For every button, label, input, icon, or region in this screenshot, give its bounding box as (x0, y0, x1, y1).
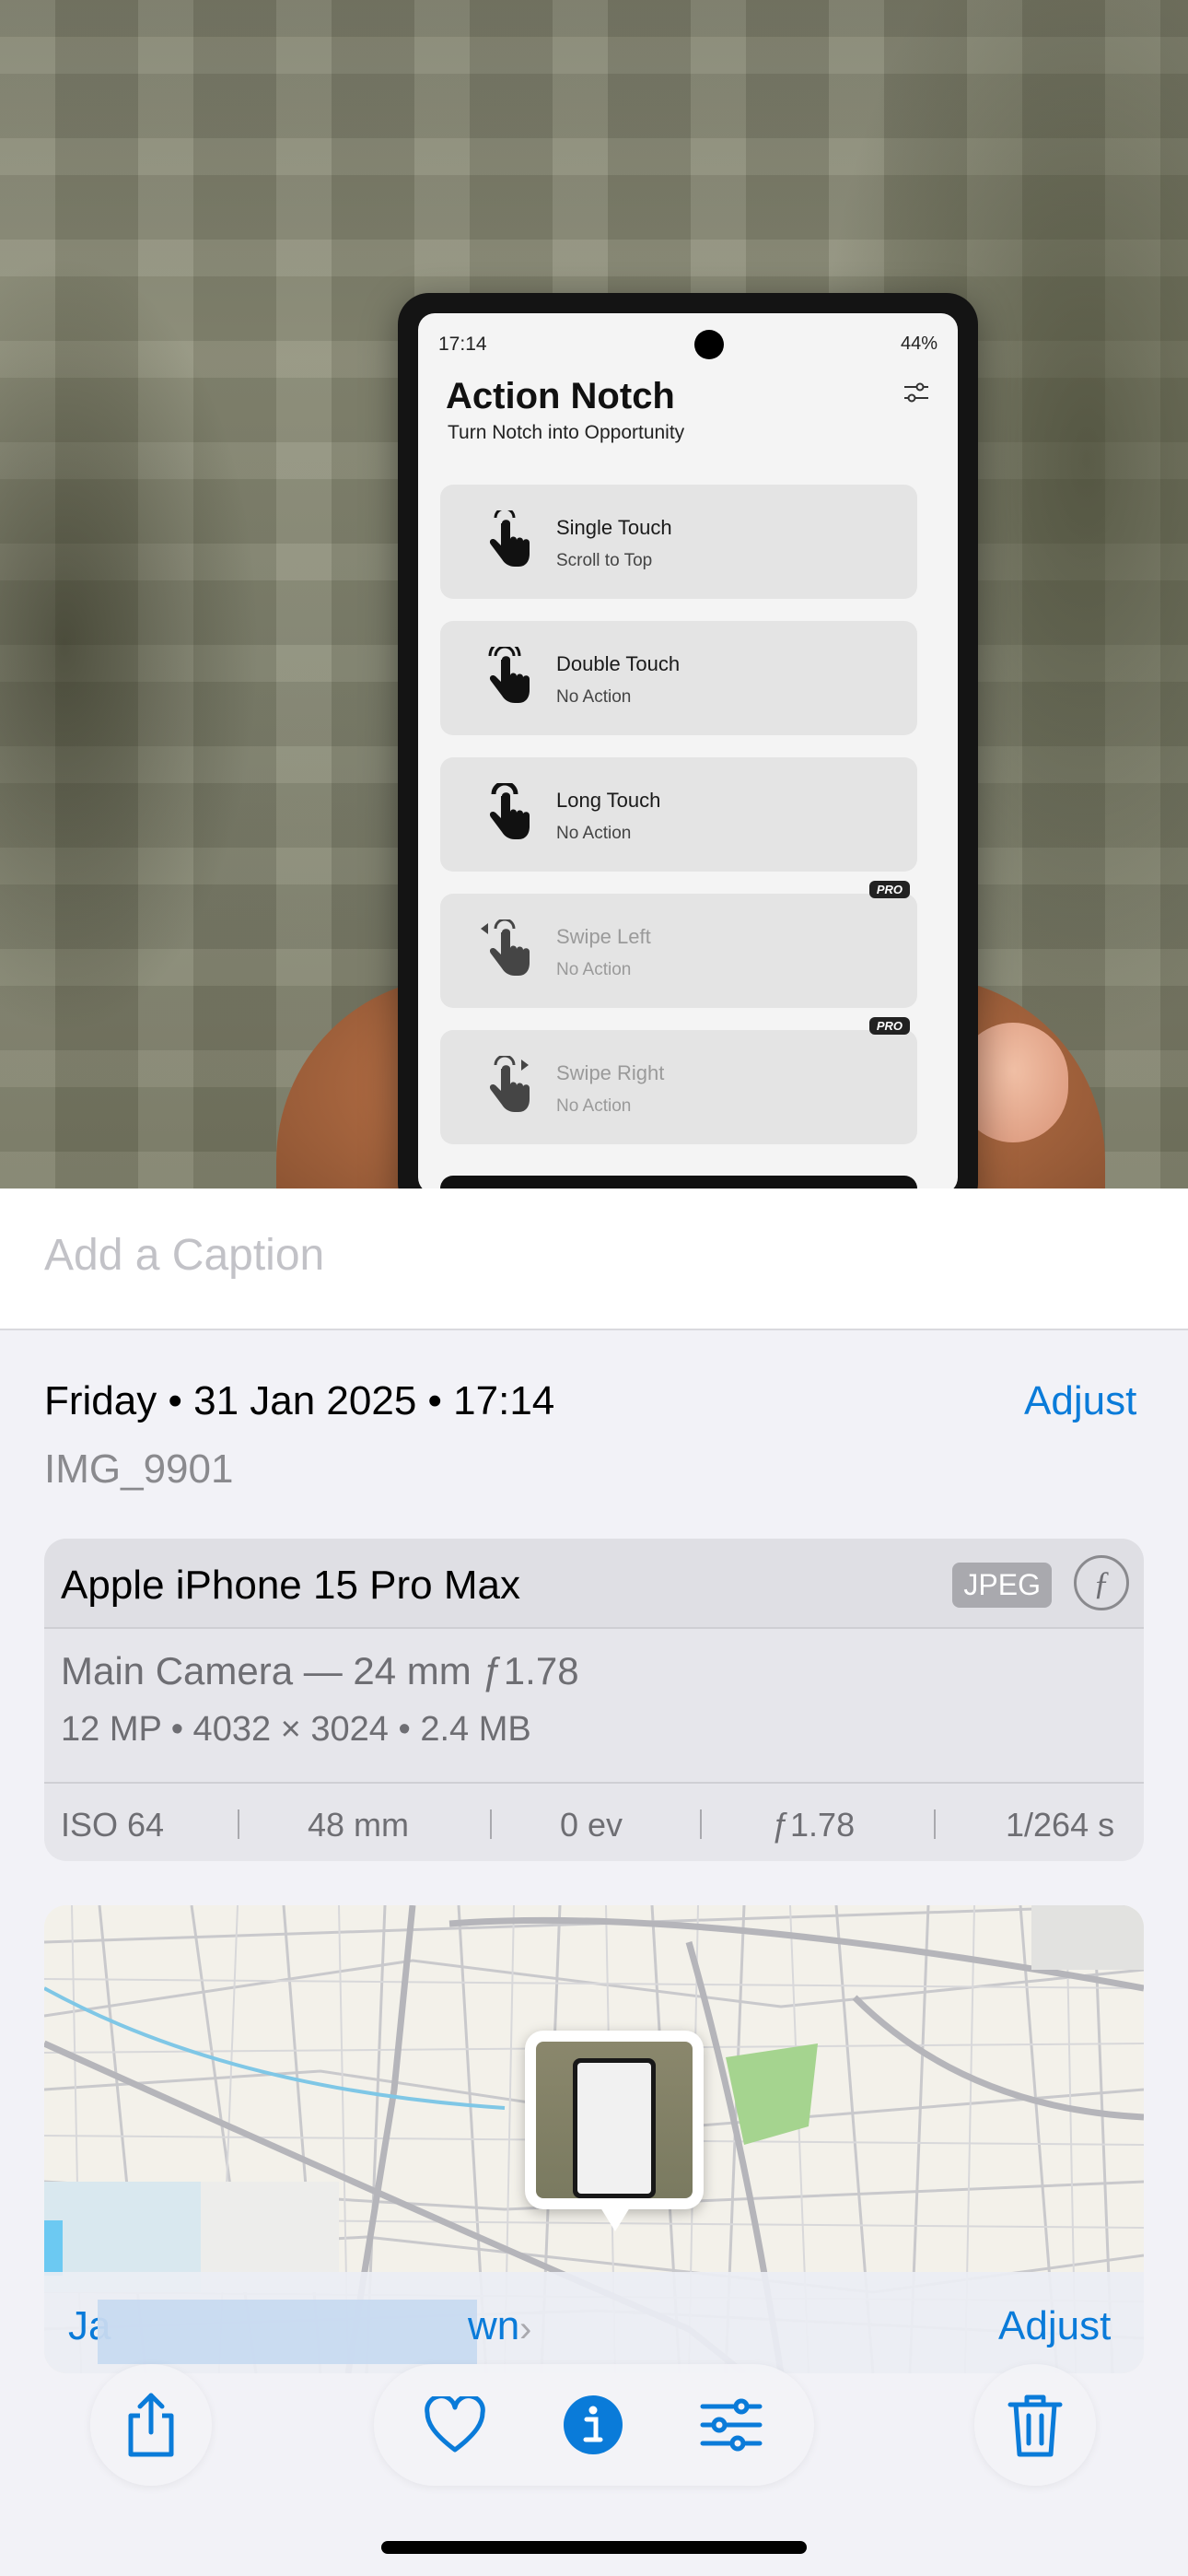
action-card-swipe-left: PRO Swipe Left No Action (440, 881, 917, 1008)
home-indicator (381, 2541, 807, 2554)
phone-app-subtitle: Turn Notch into Opportunity (448, 422, 685, 443)
exif-divider (934, 1809, 936, 1839)
action-card-swipe-right: PRO Swipe Right No Action (440, 1017, 917, 1144)
trash-icon (1007, 2395, 1063, 2457)
phone-status-time: 17:14 (438, 334, 487, 355)
adjustments-icon (700, 2398, 763, 2452)
pro-badge: PRO (868, 881, 910, 898)
caption-section (0, 1188, 1188, 1330)
photo-datetime: Friday • 31 Jan 2025 • 17:14 (44, 1378, 555, 1423)
touch-hand-icon (489, 510, 530, 567)
camera-info-card: Apple iPhone 15 Pro Max JPEG ƒ Main Came… (44, 1539, 1144, 1861)
swipe-left-hand-icon (481, 919, 530, 976)
exif-row: ISO 64 48 mm 0 ev ƒ1.78 1/264 s (44, 1782, 1144, 1861)
image-specs: 12 MP • 4032 × 3024 • 2.4 MB (61, 1710, 531, 1749)
phone-in-photo: 17:14 44% Action Notch Turn Notch into O… (398, 293, 978, 1188)
exif-divider (238, 1809, 239, 1839)
phone-screen: 17:14 44% Action Notch Turn Notch into O… (418, 313, 958, 1188)
adjust-location-button[interactable]: Adjust (998, 2303, 1111, 2349)
redacted-location-block (98, 2300, 477, 2364)
pin-phone-shape (573, 2058, 656, 2198)
action-subtitle: No Action (556, 960, 632, 979)
action-subtitle: No Action (556, 1096, 632, 1116)
photo-view[interactable]: 17:14 44% Action Notch Turn Notch into O… (0, 0, 1188, 1188)
action-card-long-touch: Long Touch No Action (440, 757, 917, 872)
delete-button[interactable] (974, 2364, 1096, 2486)
action-title: Swipe Left (556, 925, 651, 948)
pin-photo-thumbnail (536, 2042, 693, 2198)
long-touch-hand-icon (489, 783, 530, 839)
photo-filename: IMG_9901 (44, 1446, 234, 1492)
info-button[interactable] (560, 2392, 626, 2458)
phone-bottom-bar (440, 1176, 917, 1188)
aperture-f-icon: ƒ (1074, 1555, 1129, 1610)
action-card-single-touch: Single Touch Scroll to Top (440, 485, 917, 599)
location-name-end[interactable]: wn (468, 2303, 519, 2349)
action-title: Double Touch (556, 652, 681, 675)
action-subtitle: Scroll to Top (556, 551, 653, 570)
map-footer: Ja wn › Adjust (44, 2272, 1144, 2373)
camera-info-header: Apple iPhone 15 Pro Max JPEG ƒ (44, 1539, 1144, 1629)
location-map-card[interactable]: Ja wn › Adjust (44, 1905, 1144, 2373)
share-button[interactable] (90, 2364, 212, 2486)
action-subtitle: No Action (556, 687, 632, 707)
info-icon (564, 2395, 623, 2454)
swipe-right-hand-icon (489, 1056, 530, 1112)
exif-exposure: 0 ev (560, 1806, 623, 1844)
action-title: Single Touch (556, 516, 672, 539)
edit-adjust-button[interactable] (698, 2392, 764, 2458)
action-subtitle: No Action (556, 824, 632, 843)
exif-divider (490, 1809, 492, 1839)
action-title: Swipe Right (556, 1061, 665, 1084)
exif-focal-length: 48 mm (308, 1806, 410, 1844)
double-touch-hand-icon (488, 647, 530, 703)
tune-icon (904, 382, 928, 403)
pro-badge: PRO (868, 1017, 910, 1035)
share-icon (128, 2393, 174, 2457)
format-badge: JPEG (952, 1563, 1052, 1608)
device-name: Apple iPhone 15 Pro Max (61, 1563, 520, 1608)
adjust-datetime-button[interactable]: Adjust (1024, 1378, 1136, 1424)
toolbar-center-group (374, 2364, 814, 2486)
exif-divider (700, 1809, 702, 1839)
phone-app-title: Action Notch (446, 376, 675, 416)
heart-icon (425, 2396, 485, 2453)
phone-status-battery: 44% (900, 334, 938, 354)
camera-hole (694, 330, 724, 359)
exif-aperture: ƒ1.78 (772, 1806, 856, 1844)
exif-shutter: 1/264 s (1006, 1806, 1115, 1844)
exif-iso: ISO 64 (61, 1806, 165, 1844)
map-photo-pin[interactable] (525, 2031, 704, 2231)
chevron-right-icon: › (519, 2309, 532, 2349)
lens-info: Main Camera — 24 mm ƒ1.78 (61, 1649, 579, 1692)
action-title: Long Touch (556, 789, 661, 812)
action-card-double-touch: Double Touch No Action (440, 621, 917, 735)
favorite-button[interactable] (422, 2392, 488, 2458)
caption-input[interactable] (44, 1227, 1140, 1282)
